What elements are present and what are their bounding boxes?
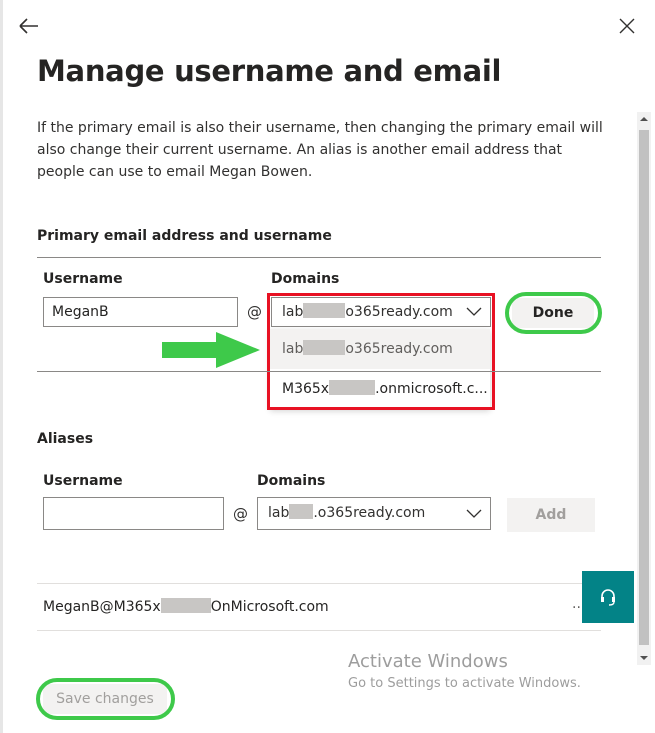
chevron-down-icon	[466, 509, 482, 518]
redacted-block	[303, 303, 346, 318]
at-sign: @	[233, 505, 248, 523]
alias-username-input[interactable]	[43, 497, 224, 530]
at-sign: @	[247, 303, 262, 321]
username-label: Username	[43, 271, 123, 287]
redacted-block	[160, 598, 211, 613]
panel-left-edge	[0, 0, 3, 733]
alias-domain-select[interactable]: lab .o365ready.com	[257, 497, 491, 530]
dropdown-option-m365x[interactable]: M365x .onmicrosoft.c...	[270, 369, 490, 409]
add-alias-button[interactable]: Add	[507, 498, 595, 532]
section-divider	[37, 257, 601, 258]
redacted-block	[303, 340, 346, 355]
domain-suffix: o365ready.com	[345, 304, 453, 320]
help-button[interactable]	[582, 571, 634, 623]
list-divider	[37, 583, 601, 584]
dropdown-option-lab[interactable]: lab o365ready.com	[270, 329, 490, 369]
primary-section-title: Primary email address and username	[37, 228, 332, 244]
alias-prefix: MeganB@M365x	[43, 599, 161, 615]
primary-username-input[interactable]: MeganB	[43, 297, 238, 327]
option-suffix: .onmicrosoft.c...	[375, 381, 488, 397]
section-divider	[37, 371, 601, 372]
option-suffix: o365ready.com	[345, 341, 453, 357]
aliases-section-title: Aliases	[37, 431, 94, 447]
activate-windows-subtitle: Go to Settings to activate Windows.	[348, 676, 581, 691]
domain-suffix: .o365ready.com	[313, 505, 426, 521]
green-arrow-icon	[162, 332, 260, 368]
activate-windows-title: Activate Windows	[348, 651, 508, 672]
close-icon[interactable]	[612, 12, 642, 40]
option-prefix: lab	[282, 341, 304, 357]
scrollbar[interactable]	[637, 112, 651, 665]
scroll-down-icon[interactable]	[637, 651, 651, 665]
headset-icon	[601, 589, 615, 606]
option-prefix: M365x	[282, 381, 330, 397]
alias-domains-label: Domains	[257, 473, 326, 489]
domain-prefix: lab	[268, 505, 290, 521]
page-title: Manage username and email	[37, 54, 502, 88]
list-divider	[37, 630, 601, 631]
back-arrow-icon[interactable]	[14, 12, 44, 40]
redacted-block	[289, 504, 314, 519]
domains-label: Domains	[271, 271, 340, 287]
chevron-down-icon	[466, 307, 482, 316]
done-button[interactable]: Done	[512, 298, 594, 328]
alias-username-label: Username	[43, 473, 123, 489]
manage-username-panel: Manage username and email If the primary…	[0, 0, 655, 733]
alias-list-item: MeganB@M365x OnMicrosoft.com	[43, 598, 329, 615]
save-changes-button[interactable]: Save changes	[43, 684, 167, 714]
scrollbar-thumb[interactable]	[639, 130, 649, 645]
primary-domain-select[interactable]: lab o365ready.com	[271, 297, 491, 327]
scroll-up-icon[interactable]	[637, 112, 651, 126]
alias-suffix: OnMicrosoft.com	[210, 599, 329, 615]
domain-dropdown-list: lab o365ready.com M365x .onmicrosoft.c...	[270, 329, 490, 409]
redacted-block	[329, 380, 376, 395]
page-description: If the primary email is also their usern…	[37, 120, 603, 180]
domain-prefix: lab	[282, 304, 304, 320]
